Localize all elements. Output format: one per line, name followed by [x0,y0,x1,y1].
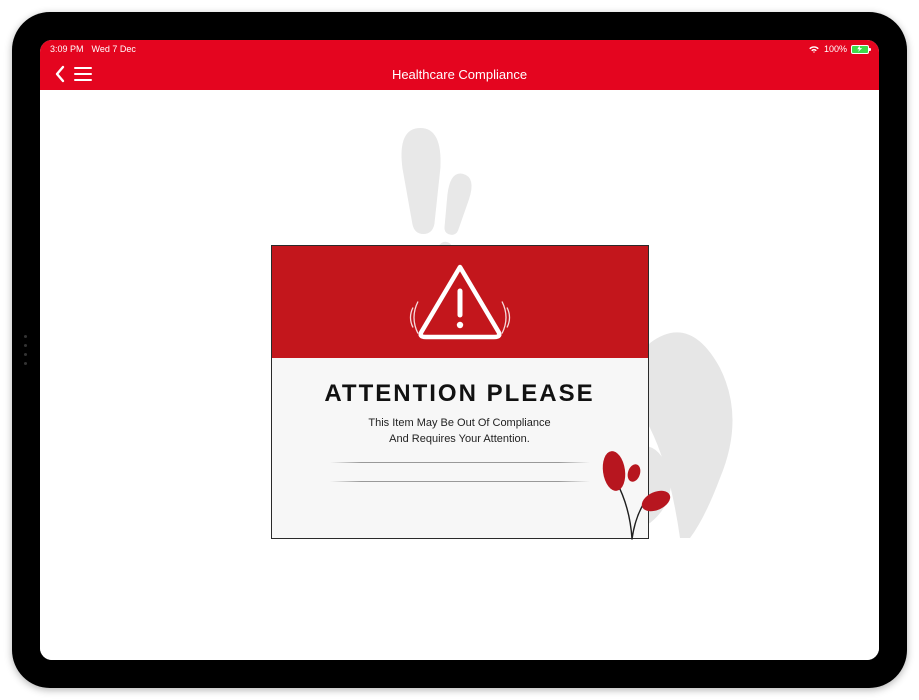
decor-flower-icon [586,449,686,544]
content-area: ATTENTION PLEASE This Item May Be Out Of… [40,90,879,660]
back-button[interactable] [48,62,72,86]
hamburger-icon [74,67,92,69]
card-header-panel [272,246,648,358]
battery-icon [851,45,869,54]
attention-title: ATTENTION PLEASE [324,380,594,408]
card-body: ATTENTION PLEASE This Item May Be Out Of… [272,358,648,538]
attention-subtitle: This Item May Be Out Of Compliance And R… [368,416,550,448]
status-bar: 3:09 PM Wed 7 Dec 100% [40,40,879,58]
status-date: Wed 7 Dec [92,44,136,54]
warning-triangle-icon [416,263,504,341]
menu-button[interactable] [74,62,98,86]
app-header: Healthcare Compliance [40,58,879,90]
sound-wave-left-icon [404,298,422,343]
battery-percent: 100% [824,44,847,54]
attention-sub-line2: And Requires Your Attention. [389,433,530,445]
page-title: Healthcare Compliance [40,67,879,82]
chevron-left-icon [53,65,67,83]
sound-wave-right-icon [498,298,516,343]
status-time: 3:09 PM [50,44,84,54]
frame-decor-dots [24,335,27,365]
attention-card: ATTENTION PLEASE This Item May Be Out Of… [271,245,649,539]
wifi-icon [808,45,820,54]
decor-lines [330,462,590,482]
tablet-frame: 3:09 PM Wed 7 Dec 100% [12,12,907,688]
attention-sub-line1: This Item May Be Out Of Compliance [368,417,550,429]
screen: 3:09 PM Wed 7 Dec 100% [40,40,879,660]
